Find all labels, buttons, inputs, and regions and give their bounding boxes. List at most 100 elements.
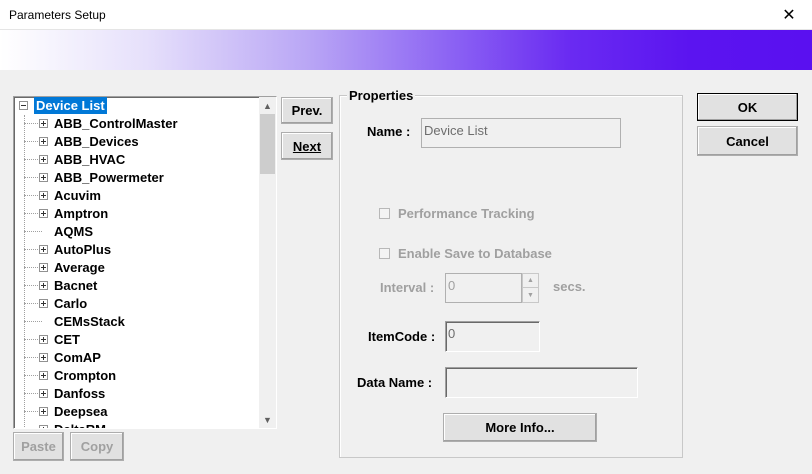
interval-unit: secs.	[553, 279, 586, 294]
tree-item-label: AutoPlus	[54, 242, 112, 257]
expand-icon[interactable]	[39, 245, 48, 254]
tree-item[interactable]: ABB_Devices	[14, 133, 254, 151]
expand-icon[interactable]	[39, 191, 48, 200]
tree-item-label: Danfoss	[54, 386, 106, 401]
header-banner	[0, 30, 812, 70]
expand-icon[interactable]	[39, 119, 48, 128]
tree-item[interactable]: ComAP	[14, 349, 254, 367]
expand-icon[interactable]	[39, 137, 48, 146]
window-title: Parameters Setup	[9, 8, 106, 22]
close-icon[interactable]: ✕	[766, 0, 812, 30]
next-button[interactable]: Next	[281, 132, 333, 160]
more-info-button-label: More Info...	[485, 420, 555, 435]
tree-connector-line	[24, 231, 42, 232]
next-button-label: Next	[292, 138, 322, 154]
more-info-button[interactable]: More Info...	[443, 413, 597, 442]
tree-item-label: AQMS	[54, 224, 93, 239]
tree-item-label: DeltaRM	[54, 422, 106, 428]
tree-item-label: Carlo	[54, 296, 88, 311]
copy-button-label: Copy	[80, 439, 114, 454]
tree-item-label: ABB_HVAC	[54, 152, 126, 167]
tree-connector-line	[24, 321, 42, 322]
tree-item[interactable]: Crompton	[14, 367, 254, 385]
tree-item[interactable]: Acuvim	[14, 187, 254, 205]
tree-item[interactable]: ABB_HVAC	[14, 151, 254, 169]
expand-icon[interactable]	[39, 353, 48, 362]
tree-item-label: Average	[54, 260, 105, 275]
tree-item-label: ComAP	[54, 350, 101, 365]
interval-field-value: 0	[448, 278, 456, 293]
expand-icon[interactable]	[39, 173, 48, 182]
tree-item-label: ABB_Devices	[54, 134, 139, 149]
expand-icon[interactable]	[39, 263, 48, 272]
expand-icon[interactable]	[39, 425, 48, 428]
expand-icon[interactable]	[39, 299, 48, 308]
expand-icon[interactable]	[39, 155, 48, 164]
expand-icon[interactable]	[39, 281, 48, 290]
tree-item[interactable]: Deepsea	[14, 403, 254, 421]
collapse-icon[interactable]	[19, 101, 28, 110]
tree-item[interactable]: AutoPlus	[14, 241, 254, 259]
tree-item-label: Amptron	[54, 206, 109, 221]
prev-button[interactable]: Prev.	[281, 97, 333, 124]
tree-item-label: ABB_Powermeter	[54, 170, 164, 185]
tree-item-label: ABB_ControlMaster	[54, 116, 178, 131]
interval-label: Interval :	[380, 280, 435, 295]
scroll-up-icon[interactable]: ▲	[259, 97, 276, 114]
paste-button[interactable]: Paste	[13, 432, 64, 461]
tree-item[interactable]: Average	[14, 259, 254, 277]
scroll-down-icon[interactable]: ▼	[259, 411, 276, 428]
tree-item[interactable]: Carlo	[14, 295, 254, 313]
performance-tracking-label: Performance Tracking	[398, 206, 535, 221]
spin-down-icon[interactable]: ▼	[523, 288, 538, 302]
ok-button[interactable]: OK	[697, 93, 798, 121]
dataname-field[interactable]	[445, 367, 638, 398]
performance-tracking-checkbox[interactable]	[379, 208, 390, 219]
expand-icon[interactable]	[39, 407, 48, 416]
enable-save-checkbox[interactable]	[379, 248, 390, 259]
itemcode-field[interactable]: 0	[445, 321, 540, 352]
tree-item[interactable]: DeltaRM	[14, 421, 254, 428]
name-field-value: Device List	[424, 123, 488, 138]
prev-button-label: Prev.	[291, 103, 323, 118]
tree-item-label: Acuvim	[54, 188, 101, 203]
tree-item[interactable]: AQMS	[14, 223, 254, 241]
tree-item-label: Device List	[33, 97, 108, 115]
scroll-thumb[interactable]	[260, 114, 275, 174]
tree-item[interactable]: CEMsStack	[14, 313, 254, 331]
expand-icon[interactable]	[39, 389, 48, 398]
tree-item[interactable]: CET	[14, 331, 254, 349]
tree-item[interactable]: Danfoss	[14, 385, 254, 403]
paste-button-label: Paste	[21, 439, 56, 454]
tree-item[interactable]: Bacnet	[14, 277, 254, 295]
copy-button[interactable]: Copy	[70, 432, 124, 461]
device-tree[interactable]: Device List ABB_ControlMaster ABB_Devices…	[13, 96, 277, 429]
expand-icon[interactable]	[39, 371, 48, 380]
tree-item[interactable]: Amptron	[14, 205, 254, 223]
cancel-button-label: Cancel	[726, 133, 769, 149]
tree-item-label: CEMsStack	[54, 314, 125, 329]
title-bar: Parameters Setup ✕	[0, 0, 812, 30]
name-field[interactable]: Device List	[421, 118, 621, 148]
tree-item[interactable]: ABB_Powermeter	[14, 169, 254, 187]
tree-item-label: Deepsea	[54, 404, 108, 419]
tree-item-label: Crompton	[54, 368, 117, 383]
expand-icon[interactable]	[39, 335, 48, 344]
properties-legend: Properties	[347, 88, 416, 103]
tree-item[interactable]: ABB_ControlMaster	[14, 115, 254, 133]
itemcode-label: ItemCode :	[368, 329, 436, 344]
enable-save-label: Enable Save to Database	[398, 246, 552, 261]
itemcode-field-value: 0	[448, 326, 456, 341]
tree-viewport: Device List ABB_ControlMaster ABB_Devices…	[14, 97, 259, 428]
ok-button-label: OK	[737, 99, 758, 115]
expand-icon[interactable]	[39, 209, 48, 218]
tree-item-label: CET	[54, 332, 80, 347]
name-label: Name :	[367, 124, 411, 139]
tree-item-device-list[interactable]: Device List	[14, 97, 254, 115]
dataname-label: Data Name :	[357, 375, 433, 390]
spin-up-icon[interactable]: ▲	[523, 274, 538, 288]
cancel-button[interactable]: Cancel	[697, 126, 798, 156]
interval-field[interactable]: 0	[445, 273, 522, 303]
tree-scrollbar[interactable]: ▲ ▼	[259, 97, 276, 428]
interval-spinner[interactable]: ▲ ▼	[522, 273, 539, 303]
